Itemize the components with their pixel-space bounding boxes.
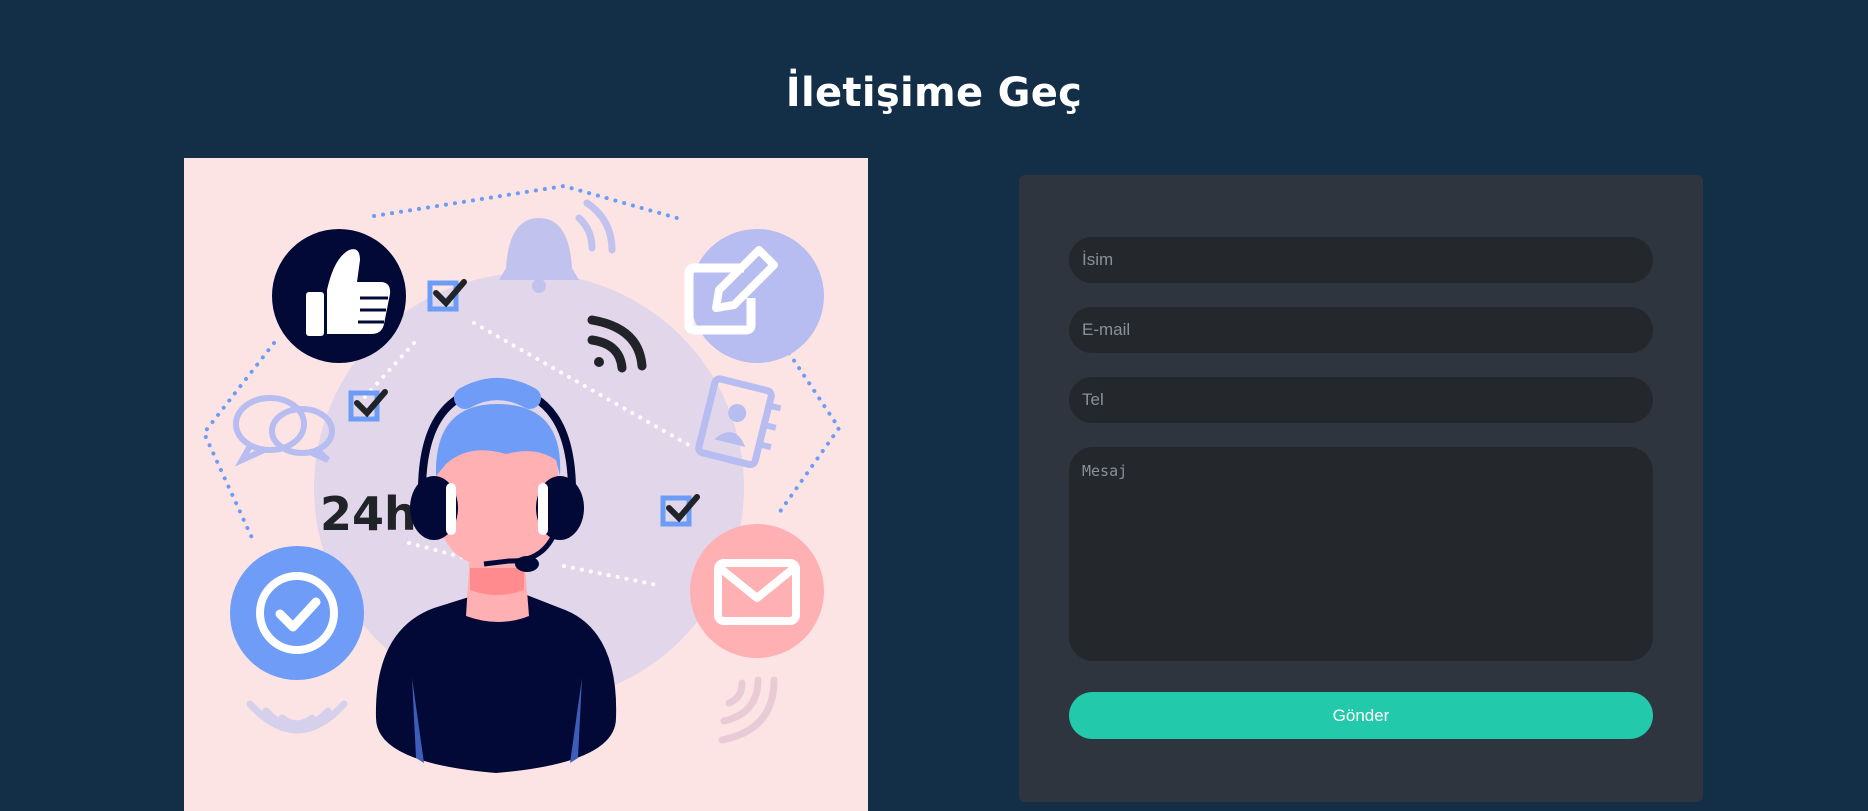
sound-waves-icon <box>246 700 348 734</box>
contact-form: Gönder <box>1019 175 1703 802</box>
customer-support-illustration: 24h <box>184 158 868 811</box>
thumbs-up-icon <box>272 229 406 363</box>
phone-input[interactable] <box>1069 377 1653 423</box>
sound-waves-icon <box>718 676 778 744</box>
name-input[interactable] <box>1069 237 1653 283</box>
envelope-icon <box>690 524 824 658</box>
page-title: İletişime Geç <box>785 70 1083 116</box>
text-24h: 24h <box>320 487 417 541</box>
checkmark-circle-icon <box>230 546 364 680</box>
bell-icon <box>499 199 616 293</box>
message-textarea[interactable] <box>1069 447 1653 661</box>
email-input[interactable] <box>1069 307 1653 353</box>
edit-icon <box>684 229 824 363</box>
submit-button[interactable]: Gönder <box>1069 692 1653 739</box>
chat-bubbles-icon <box>233 395 335 467</box>
